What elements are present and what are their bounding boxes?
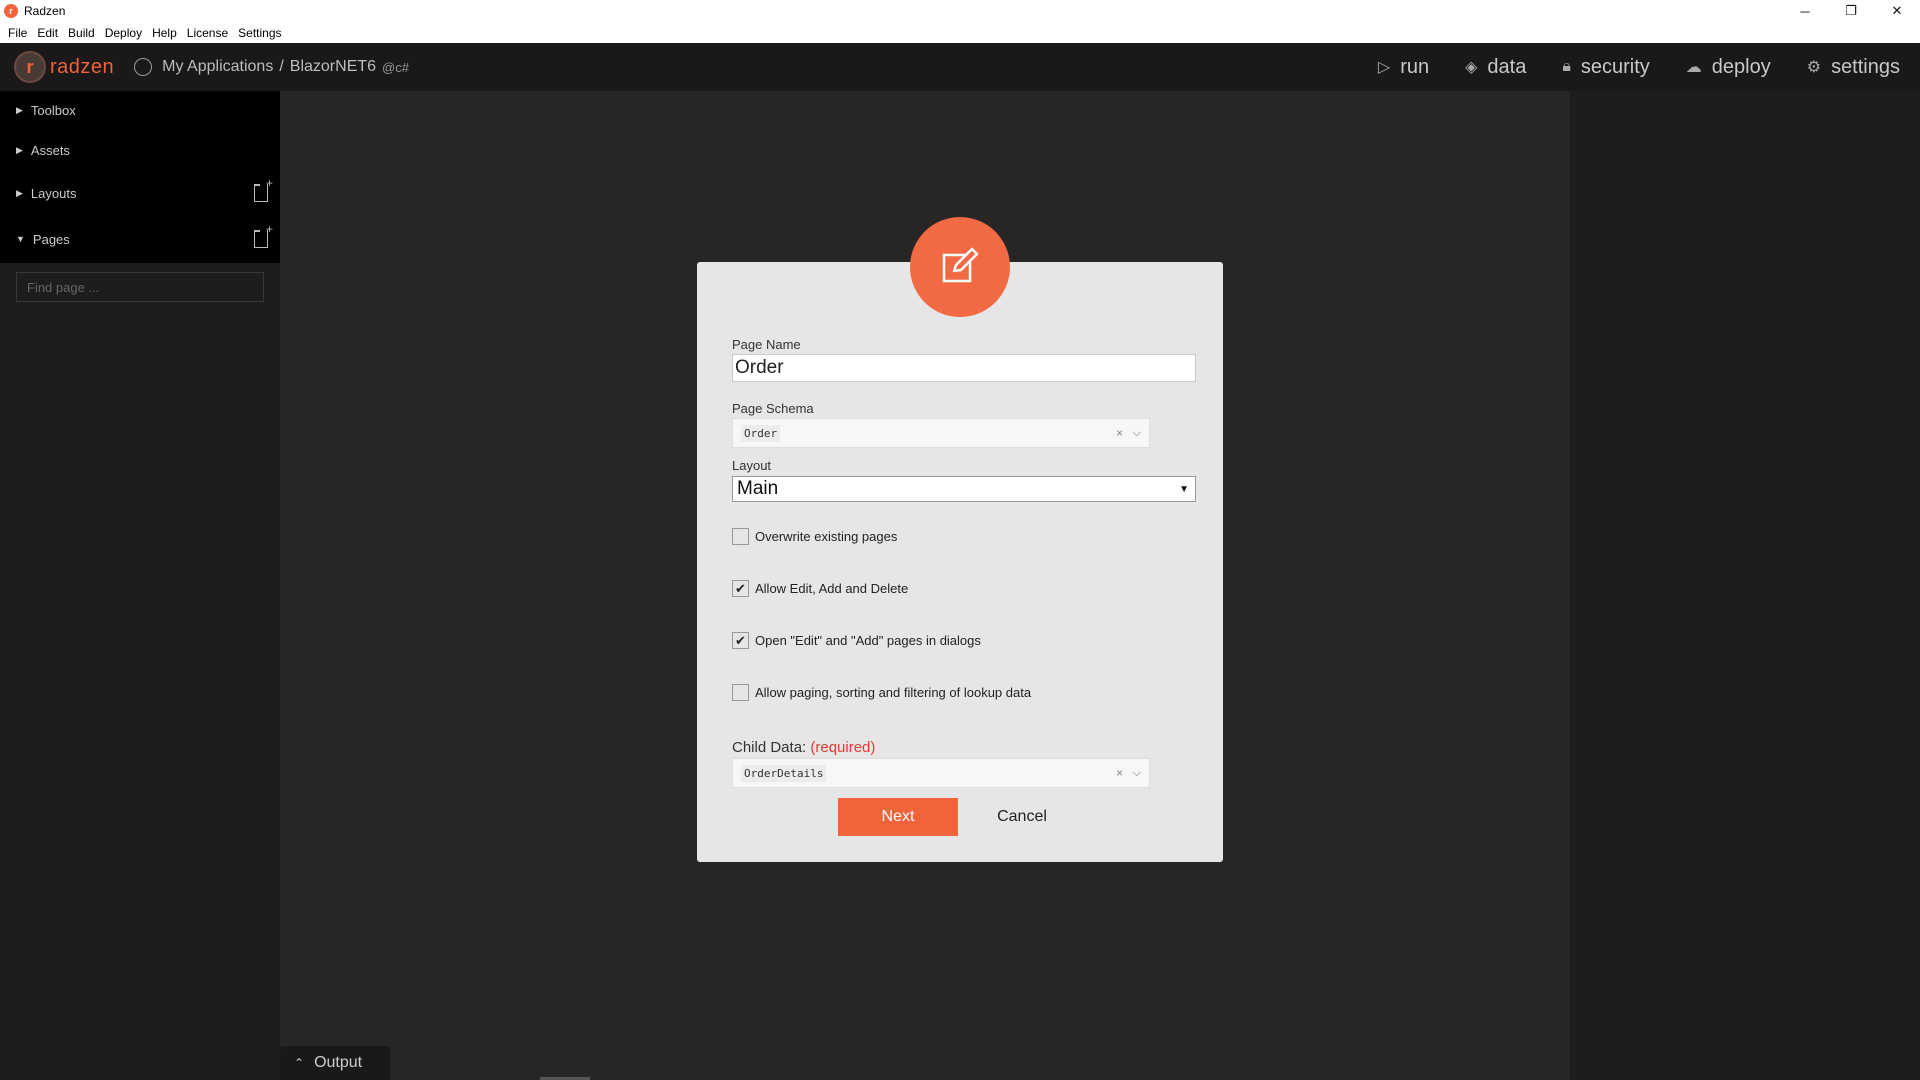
page-name-label: Page Name xyxy=(732,337,801,352)
child-data-select[interactable]: OrderDetails × ⌵ xyxy=(732,758,1150,788)
breadcrumb-my-applications[interactable]: My Applications xyxy=(162,58,273,76)
allow-edit-checkbox[interactable]: ✔ xyxy=(732,580,749,597)
property-panel xyxy=(1570,91,1920,1080)
page-schema-label: Page Schema xyxy=(732,401,814,416)
nav-security[interactable]: 🔒︎ security xyxy=(1562,56,1649,79)
breadcrumb-app-name[interactable]: BlazorNET6 xyxy=(290,58,376,76)
menubar: File Edit Build Deploy Help License Sett… xyxy=(0,22,1920,43)
radzen-logo-icon: r xyxy=(14,51,46,83)
page-schema-select[interactable]: Order × ⌵ xyxy=(732,418,1150,448)
child-data-label-row: Child Data: (required) xyxy=(732,739,875,756)
window-title: Radzen xyxy=(24,4,66,18)
sidebar-pages-panel xyxy=(0,263,280,1080)
layers-icon: ◈ xyxy=(1465,59,1478,76)
add-page-icon[interactable] xyxy=(253,222,273,248)
nav-data[interactable]: ◈ data xyxy=(1465,56,1526,79)
caret-down-icon: ▼ xyxy=(16,234,25,244)
layout-label: Layout xyxy=(732,458,772,473)
menu-license[interactable]: License xyxy=(182,26,233,40)
caret-right-icon: ▶ xyxy=(16,104,23,115)
menu-file[interactable]: File xyxy=(3,26,32,40)
edit-icon xyxy=(942,247,979,283)
open-in-dialogs-checkbox[interactable]: ✔ xyxy=(732,632,749,649)
nav-security-label: security xyxy=(1580,55,1650,78)
cloud-upload-icon: ☁ xyxy=(1685,59,1702,76)
nav-run-label: run xyxy=(1400,55,1430,78)
menu-edit[interactable]: Edit xyxy=(32,26,63,40)
open-in-dialogs-option[interactable]: ✔ Open "Edit" and "Add" pages in dialogs xyxy=(732,632,981,649)
breadcrumb-separator: / xyxy=(279,58,284,75)
nav-settings[interactable]: ⚙ settings xyxy=(1807,56,1900,79)
allow-edit-option[interactable]: ✔ Allow Edit, Add and Delete xyxy=(732,580,908,597)
chevron-up-icon: ⌃ xyxy=(294,1056,305,1070)
overwrite-pages-checkbox[interactable] xyxy=(732,528,749,545)
open-in-dialogs-label: Open "Edit" and "Add" pages in dialogs xyxy=(755,633,981,648)
lookup-paging-label: Allow paging, sorting and filtering of l… xyxy=(755,685,1032,700)
window-titlebar: r Radzen ─ ❐ ✕ xyxy=(0,0,1920,22)
layout-select[interactable]: Main ▼ xyxy=(732,476,1196,502)
child-data-chip: OrderDetails xyxy=(741,764,827,782)
radzen-logo[interactable]: r radzen xyxy=(14,51,114,83)
dropdown-arrow-icon: ▼ xyxy=(1179,483,1189,495)
new-page-dialog: Page Name Order Page Schema Order × ⌵ La… xyxy=(697,262,1223,862)
page-name-field[interactable]: Order xyxy=(732,354,1196,382)
menu-help[interactable]: Help xyxy=(147,26,182,40)
restore-button[interactable]: ❐ xyxy=(1828,0,1874,22)
child-data-label: Child Data: xyxy=(732,739,807,756)
required-indicator: (required) xyxy=(810,739,876,756)
cloud-icon xyxy=(134,58,153,76)
sidebar-item-label: Layouts xyxy=(30,185,77,201)
close-window-button[interactable]: ✕ xyxy=(1874,0,1920,22)
radzen-app-icon: r xyxy=(4,4,18,18)
clear-icon[interactable]: × xyxy=(1116,426,1123,440)
chevron-down-icon[interactable]: ⌵ xyxy=(1133,427,1141,440)
nav-data-label: data xyxy=(1487,55,1527,78)
logo-text: radzen xyxy=(50,55,115,78)
sidebar-item-pages[interactable]: ▼ Pages xyxy=(0,222,280,254)
next-button[interactable]: Next xyxy=(838,798,958,836)
menu-build[interactable]: Build xyxy=(63,26,100,40)
caret-right-icon: ▶ xyxy=(16,187,23,198)
sidebar-item-assets[interactable]: ▶ Assets xyxy=(0,135,280,165)
layout-select-value: Main xyxy=(737,478,779,499)
nav-deploy[interactable]: ☁ deploy xyxy=(1686,56,1771,79)
output-label: Output xyxy=(314,1054,363,1071)
sidebar-item-label: Toolbox xyxy=(30,102,76,118)
find-page-input[interactable] xyxy=(16,272,264,302)
lookup-paging-option[interactable]: Allow paging, sorting and filtering of l… xyxy=(732,684,1031,701)
play-icon: ▷ xyxy=(1377,59,1391,76)
menu-deploy[interactable]: Deploy xyxy=(100,26,147,40)
breadcrumb: My Applications / BlazorNET6 @c# xyxy=(134,58,409,76)
nav-deploy-label: deploy xyxy=(1711,55,1771,78)
app-header: r radzen My Applications / BlazorNET6 @c… xyxy=(0,43,1920,91)
clear-icon[interactable]: × xyxy=(1116,766,1123,780)
lookup-paging-checkbox[interactable] xyxy=(732,684,749,701)
overwrite-pages-label: Overwrite existing pages xyxy=(755,529,898,544)
chevron-down-icon[interactable]: ⌵ xyxy=(1133,767,1141,780)
add-layout-icon[interactable] xyxy=(253,176,273,202)
cancel-button[interactable]: Cancel xyxy=(977,798,1067,836)
page-schema-chip: Order xyxy=(741,424,781,442)
nav-settings-label: settings xyxy=(1831,55,1900,78)
minimize-button[interactable]: ─ xyxy=(1782,0,1828,22)
lock-icon: 🔒︎ xyxy=(1562,58,1571,75)
output-tab[interactable]: ⌃ Output xyxy=(280,1046,390,1080)
sidebar-item-layouts[interactable]: ▶ Layouts xyxy=(0,176,280,208)
sidebar-item-label: Pages xyxy=(32,231,70,247)
nav-run[interactable]: ▷ run xyxy=(1378,56,1429,79)
sidebar-item-label: Assets xyxy=(30,142,70,158)
allow-edit-label: Allow Edit, Add and Delete xyxy=(755,581,909,596)
caret-right-icon: ▶ xyxy=(16,144,23,155)
overwrite-pages-option[interactable]: Overwrite existing pages xyxy=(732,528,897,545)
gear-icon: ⚙ xyxy=(1806,59,1822,76)
csharp-badge: @c# xyxy=(382,59,409,75)
sidebar-item-toolbox[interactable]: ▶ Toolbox xyxy=(0,95,280,125)
top-navigation: ▷ run ◈ data 🔒︎ security ☁ deploy ⚙ sett… xyxy=(1342,43,1900,91)
menu-settings[interactable]: Settings xyxy=(233,26,286,40)
edit-page-icon xyxy=(910,217,1010,317)
